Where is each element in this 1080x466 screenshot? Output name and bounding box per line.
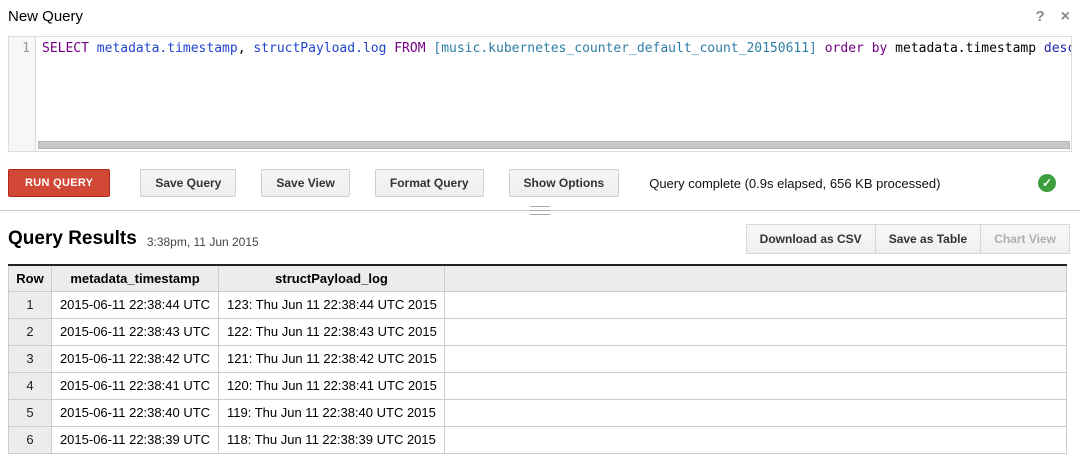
- table-header-cell: structPayload_log: [219, 265, 445, 291]
- sql-token: [817, 41, 825, 56]
- page-title: New Query: [8, 8, 83, 25]
- table-cell-filler: [445, 372, 1067, 399]
- row-number-cell: 4: [9, 372, 52, 399]
- table-cell: 2015-06-11 22:38:44 UTC: [52, 291, 219, 318]
- table-header-filler: [445, 265, 1067, 291]
- line-number-gutter: 1: [9, 37, 36, 151]
- table-cell: 2015-06-11 22:38:40 UTC: [52, 399, 219, 426]
- table-row: 42015-06-11 22:38:41 UTC120: Thu Jun 11 …: [9, 372, 1067, 399]
- chart-view-button: Chart View: [980, 224, 1070, 254]
- table-row: 12015-06-11 22:38:44 UTC123: Thu Jun 11 …: [9, 291, 1067, 318]
- close-icon[interactable]: ×: [1061, 8, 1070, 26]
- sql-token: order: [825, 41, 864, 56]
- run-query-button[interactable]: RUN QUERY: [8, 169, 110, 197]
- table-cell-filler: [445, 345, 1067, 372]
- query-editor[interactable]: 1 SELECT metadata.timestamp, structPaylo…: [8, 36, 1072, 152]
- results-action-group: Download as CSVSave as TableChart View: [747, 224, 1070, 254]
- show-options-button[interactable]: Show Options: [509, 169, 620, 197]
- query-complete-check-icon: ✓: [1038, 174, 1056, 192]
- table-cell: 123: Thu Jun 11 22:38:44 UTC 2015: [219, 291, 445, 318]
- row-number-cell: 3: [9, 345, 52, 372]
- sql-token: [89, 41, 97, 56]
- sql-token: desc: [1044, 41, 1071, 56]
- row-number-cell: 1: [9, 291, 52, 318]
- sql-token: metadata.timestamp: [97, 41, 238, 56]
- table-cell: 119: Thu Jun 11 22:38:40 UTC 2015: [219, 399, 445, 426]
- results-title: Query Results: [8, 228, 137, 250]
- results-table: Rowmetadata_timestampstructPayload_log 1…: [8, 264, 1067, 454]
- sql-token: SELECT: [42, 41, 89, 56]
- query-toolbar: RUN QUERY Save Query Save View Format Quer…: [8, 169, 1070, 197]
- table-cell: 2015-06-11 22:38:39 UTC: [52, 426, 219, 453]
- table-cell-filler: [445, 399, 1067, 426]
- table-cell: 2015-06-11 22:38:42 UTC: [52, 345, 219, 372]
- table-header-cell: metadata_timestamp: [52, 265, 219, 291]
- save-as-table-button[interactable]: Save as Table: [875, 224, 982, 254]
- download-as-csv-button[interactable]: Download as CSV: [746, 224, 876, 254]
- table-cell-filler: [445, 291, 1067, 318]
- sql-token: [887, 41, 895, 56]
- row-number-cell: 6: [9, 426, 52, 453]
- table-cell: 120: Thu Jun 11 22:38:41 UTC 2015: [219, 372, 445, 399]
- table-cell-filler: [445, 318, 1067, 345]
- table-cell: 2015-06-11 22:38:43 UTC: [52, 318, 219, 345]
- new-query-header: New Query ? ×: [0, 0, 1080, 26]
- table-cell: 2015-06-11 22:38:41 UTC: [52, 372, 219, 399]
- row-number-cell: 2: [9, 318, 52, 345]
- table-row: 32015-06-11 22:38:42 UTC121: Thu Jun 11 …: [9, 345, 1067, 372]
- results-timestamp: 3:38pm, 11 Jun 2015: [147, 235, 259, 249]
- sql-token: [864, 41, 872, 56]
- sql-token: metadata.timestamp: [895, 41, 1036, 56]
- table-cell: 122: Thu Jun 11 22:38:43 UTC 2015: [219, 318, 445, 345]
- help-icon[interactable]: ?: [1035, 8, 1044, 26]
- scrollbar-thumb[interactable]: [38, 141, 1070, 149]
- table-header-row: Rowmetadata_timestampstructPayload_log: [9, 265, 1067, 291]
- results-header: Query Results 3:38pm, 11 Jun 2015 Downlo…: [0, 211, 1080, 264]
- format-query-button[interactable]: Format Query: [375, 169, 484, 197]
- sql-token: [music.kubernetes_counter_default_count_…: [433, 41, 817, 56]
- table-row: 22015-06-11 22:38:43 UTC122: Thu Jun 11 …: [9, 318, 1067, 345]
- query-status-text: Query complete (0.9s elapsed, 656 KB pro…: [649, 176, 940, 191]
- table-row: 52015-06-11 22:38:40 UTC119: Thu Jun 11 …: [9, 399, 1067, 426]
- sql-token: ,: [238, 41, 254, 56]
- panel-splitter: [0, 210, 1080, 211]
- table-row: 62015-06-11 22:38:39 UTC118: Thu Jun 11 …: [9, 426, 1067, 453]
- table-header-cell: Row: [9, 265, 52, 291]
- table-cell-filler: [445, 426, 1067, 453]
- sql-token: by: [872, 41, 888, 56]
- editor-horizontal-scrollbar[interactable]: [38, 140, 1070, 150]
- sql-code-line[interactable]: SELECT metadata.timestamp, structPayload…: [37, 37, 1071, 151]
- splitter-drag-handle[interactable]: [530, 205, 550, 216]
- line-number: 1: [22, 41, 30, 56]
- table-cell: 121: Thu Jun 11 22:38:42 UTC 2015: [219, 345, 445, 372]
- sql-token: [1036, 41, 1044, 56]
- save-query-button[interactable]: Save Query: [140, 169, 236, 197]
- table-cell: 118: Thu Jun 11 22:38:39 UTC 2015: [219, 426, 445, 453]
- row-number-cell: 5: [9, 399, 52, 426]
- sql-token: FROM: [394, 41, 425, 56]
- save-view-button[interactable]: Save View: [261, 169, 350, 197]
- sql-token: structPayload.log: [253, 41, 386, 56]
